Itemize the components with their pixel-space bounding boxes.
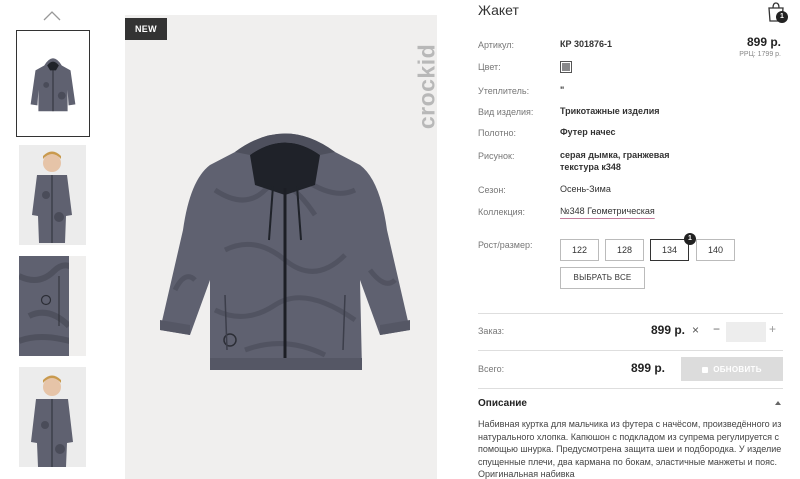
size-option-134[interactable]: 134 — [650, 239, 689, 261]
quantity-input[interactable] — [726, 322, 766, 342]
cart-count-badge: 1 — [776, 11, 788, 23]
update-cart-label: ОБНОВИТЬ — [713, 364, 762, 374]
article-label: Артикул: — [478, 40, 515, 50]
order-price: 899 р. — [651, 323, 686, 337]
fabric-value: Футер начес — [560, 127, 616, 137]
size-option-140[interactable]: 140 — [696, 239, 735, 261]
collection-link[interactable]: №348 Геометрическая — [560, 205, 655, 218]
times-sign: × — [692, 323, 700, 337]
collection-label: Коллекция: — [478, 207, 526, 217]
fabric-label: Полотно: — [478, 128, 517, 138]
product-main-image[interactable]: NEW crockid — [125, 15, 437, 479]
product-type-value: Трикотажные изделия — [560, 106, 660, 116]
chevron-up-icon[interactable] — [42, 9, 62, 23]
total-label: Всего: — [478, 364, 505, 374]
season-value: Осень-Зима — [560, 184, 611, 194]
brand-logo: crockid — [413, 43, 438, 130]
size-option-128[interactable]: 128 — [605, 239, 644, 261]
select-all-sizes-button[interactable]: ВЫБРАТЬ ВСЕ — [560, 267, 645, 289]
quantity-increase-button[interactable]: + — [769, 322, 776, 336]
insulation-label: Утеплитель: — [478, 86, 530, 96]
article-value: КР 301876-1 — [560, 39, 613, 49]
size-count-badge: 1 — [684, 233, 696, 245]
thumbnail-gallery — [15, 0, 90, 479]
divider — [478, 313, 783, 314]
color-swatch[interactable] — [560, 61, 572, 73]
thumbnail-boy-front-2[interactable] — [19, 367, 86, 467]
pattern-label: Рисунок: — [478, 151, 515, 161]
divider — [478, 350, 783, 351]
quantity-decrease-button[interactable]: − — [713, 322, 720, 336]
insulation-value: " — [560, 85, 565, 95]
total-price: 899 р. — [631, 361, 666, 375]
thumbnail-boy-front[interactable] — [19, 145, 86, 245]
description-title: Описание — [478, 398, 527, 409]
pattern-value-line-2: текстура к348 — [560, 162, 621, 172]
description-text: Набивная куртка для мальчика из футера с… — [478, 419, 782, 479]
divider — [478, 388, 783, 389]
size-option-122[interactable]: 122 — [560, 239, 599, 261]
rrp-price: РРЦ: 1799 р. — [739, 51, 781, 58]
thumbnail-jacket-front[interactable] — [16, 30, 90, 137]
size-label: Рост/размер: — [478, 240, 533, 250]
update-cart-button[interactable]: ОБНОВИТЬ — [681, 357, 783, 381]
product-title: Жакет — [478, 2, 519, 18]
new-badge: NEW — [125, 18, 167, 40]
order-label: Заказ: — [478, 326, 505, 336]
thumbnail-detail[interactable] — [19, 256, 86, 356]
color-label: Цвет: — [478, 62, 501, 72]
jacket-image — [160, 133, 410, 370]
season-label: Сезон: — [478, 185, 506, 195]
bag-icon — [702, 366, 709, 373]
chevron-up-small-icon[interactable] — [774, 400, 782, 406]
product-type-label: Вид изделия: — [478, 107, 534, 117]
product-price: 899 р. — [746, 35, 781, 49]
